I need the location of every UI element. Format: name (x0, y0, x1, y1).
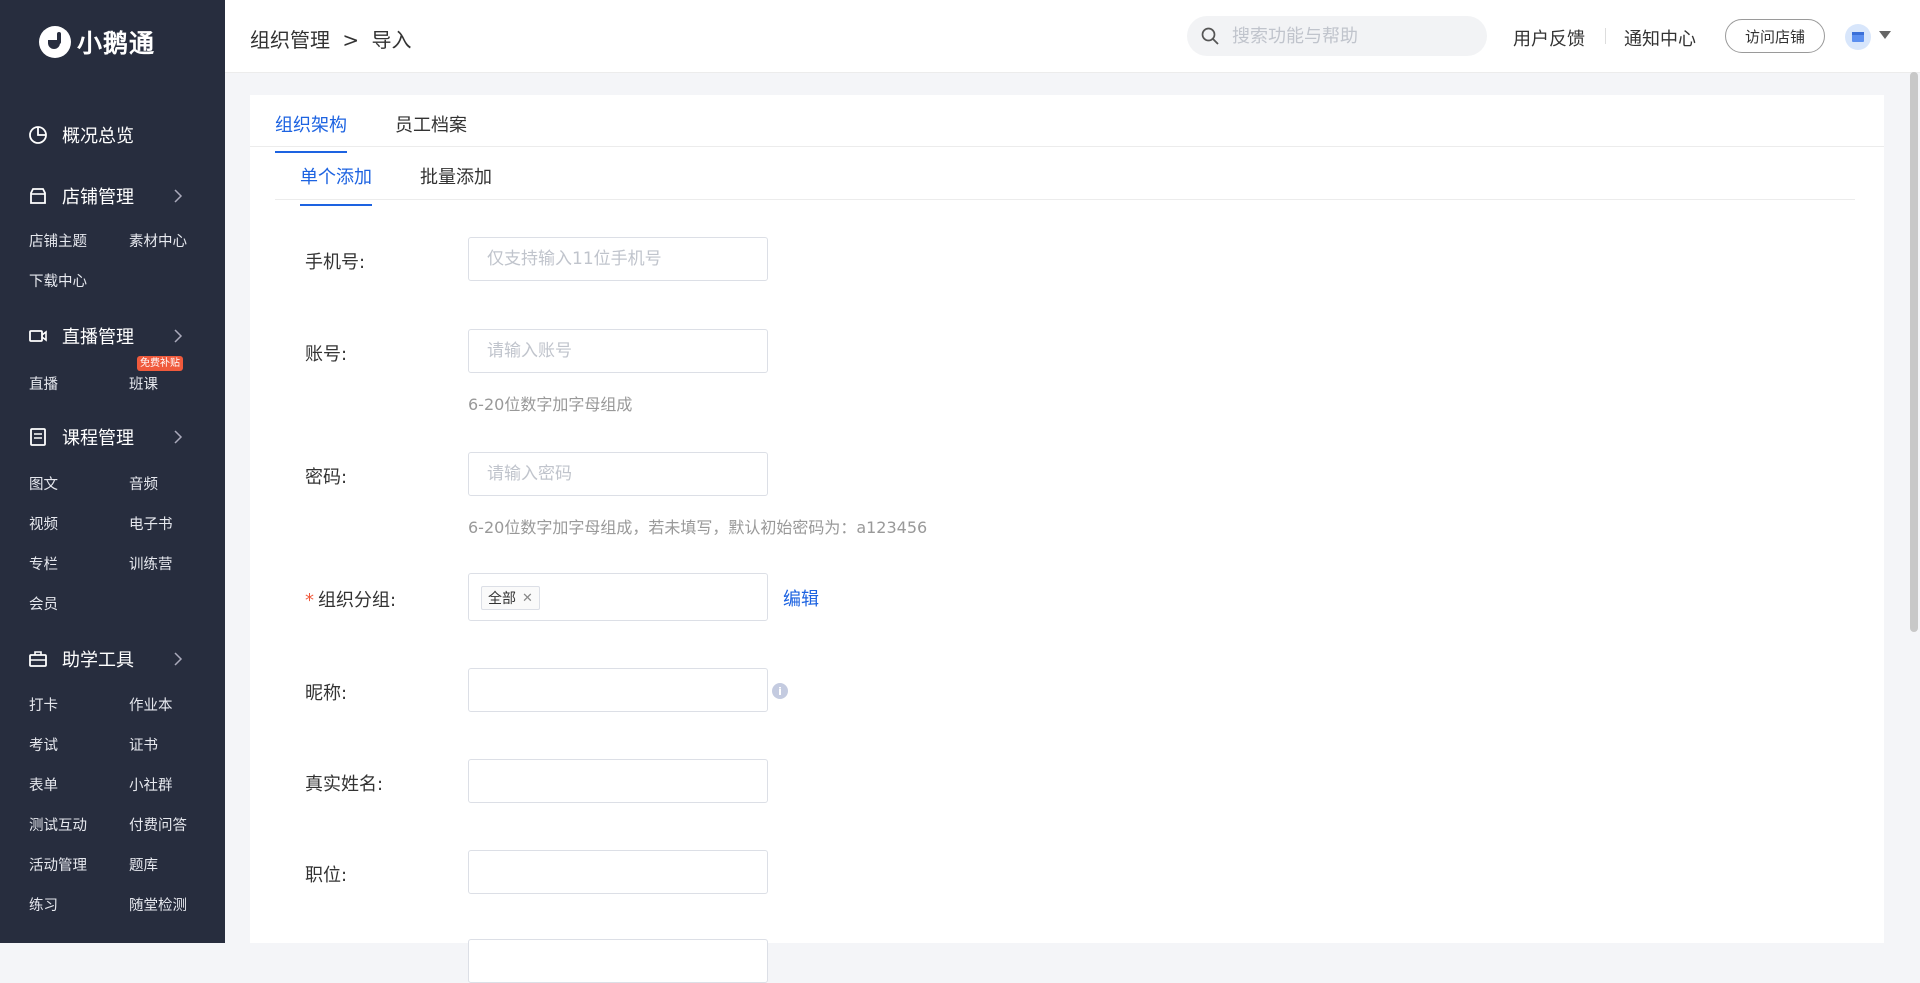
scrollbar[interactable] (1910, 72, 1918, 632)
phone-input[interactable] (468, 237, 768, 281)
sidebar-item-label: 概况总览 (62, 126, 134, 147)
sidebar-item-certificate[interactable]: 证书 (129, 734, 158, 755)
sidebar-group-live[interactable]: 直播管理 (28, 321, 198, 351)
breadcrumb-separator: > (342, 28, 360, 52)
logo-text: 小鹅通 (77, 29, 156, 58)
phone-label: 手机号: (305, 252, 366, 273)
sidebar-item-ebook[interactable]: 电子书 (129, 513, 173, 534)
breadcrumb-current: 导入 (371, 28, 412, 52)
sub-tabs: 单个添加 批量添加 (275, 147, 1855, 206)
tab-batch-add[interactable]: 批量添加 (420, 163, 492, 189)
sidebar-item-community[interactable]: 小社群 (129, 774, 173, 795)
sidebar-group-label: 助学工具 (62, 650, 134, 671)
breadcrumb: 组织管理 > 导入 (250, 24, 417, 53)
sidebar-item-class-test[interactable]: 随堂检测 (129, 894, 187, 915)
nickname-input[interactable] (468, 668, 768, 712)
sidebar-item-video[interactable]: 视频 (29, 513, 58, 534)
realname-label: 真实姓名: (305, 774, 384, 795)
tab-single-add[interactable]: 单个添加 (300, 163, 372, 206)
group-tag-label: 全部 (488, 591, 516, 607)
sidebar-group-label: 课程管理 (62, 428, 134, 449)
sidebar-item-practice[interactable]: 练习 (29, 894, 58, 915)
sidebar-group-tools[interactable]: 助学工具 (28, 644, 198, 674)
account-input[interactable] (468, 329, 768, 373)
position-input[interactable] (468, 850, 768, 894)
tab-employee-records[interactable]: 员工档案 (395, 111, 467, 137)
free-subsidy-badge: 免费补贴 (137, 356, 183, 371)
pie-chart-icon (29, 126, 47, 144)
sidebar-group-store[interactable]: 店铺管理 (28, 181, 198, 211)
sidebar-item-checkin[interactable]: 打卡 (29, 694, 58, 715)
feedback-link[interactable]: 用户反馈 (1513, 25, 1585, 51)
store-avatar-icon (1852, 32, 1864, 42)
sidebar-item-camp[interactable]: 训练营 (129, 553, 173, 574)
sidebar-item-paid-qa[interactable]: 付费问答 (129, 814, 187, 835)
toolbox-icon (29, 651, 47, 667)
sidebar-item-live[interactable]: 直播 (29, 373, 58, 394)
group-select[interactable]: 全部 ✕ (468, 573, 768, 621)
sidebar-item-material[interactable]: 素材中心 (129, 230, 187, 251)
info-icon[interactable]: i (772, 683, 788, 699)
sidebar-item-article[interactable]: 图文 (29, 473, 58, 494)
account-label: 账号: (305, 344, 348, 365)
logo-icon (39, 26, 71, 58)
sidebar-item-quiz[interactable]: 测试互动 (29, 814, 87, 835)
sidebar-item-form[interactable]: 表单 (29, 774, 58, 795)
main-tabs: 组织架构 员工档案 (250, 95, 1884, 153)
group-tag: 全部 ✕ (481, 586, 540, 610)
caret-down-icon[interactable] (1879, 31, 1891, 39)
store-icon (30, 188, 46, 204)
topbar: 组织管理 > 导入 用户反馈 通知中心 访问店铺 (225, 0, 1920, 73)
position-label: 职位: (305, 865, 348, 886)
visit-store-button[interactable]: 访问店铺 (1725, 19, 1825, 53)
app-logo[interactable]: 小鹅通 (39, 24, 155, 60)
sidebar-item-store-theme[interactable]: 店铺主题 (29, 230, 87, 251)
notification-center-link[interactable]: 通知中心 (1624, 25, 1696, 51)
sidebar-item-homework[interactable]: 作业本 (129, 694, 173, 715)
sidebar-item-exam[interactable]: 考试 (29, 734, 58, 755)
edit-group-link[interactable]: 编辑 (783, 585, 819, 611)
sidebar-item-overview[interactable]: 概况总览 (28, 120, 198, 150)
video-camera-icon (29, 330, 47, 342)
sidebar-item-audio[interactable]: 音频 (129, 473, 158, 494)
sidebar-group-label: 店铺管理 (62, 187, 134, 208)
chevron-right-icon (174, 652, 183, 666)
nickname-label: 昵称: (305, 683, 348, 704)
realname-input[interactable] (468, 759, 768, 803)
search-box[interactable] (1187, 16, 1487, 56)
breadcrumb-item[interactable]: 组织管理 (250, 28, 330, 52)
book-icon (30, 428, 46, 446)
main-content: 组织架构 员工档案 单个添加 批量添加 手机号: 账号: 6-20位数字加字母组… (250, 95, 1884, 983)
sidebar-item-column[interactable]: 专栏 (29, 553, 58, 574)
password-hint: 6-20位数字加字母组成，若未填写，默认初始密码为：a123456 (468, 518, 928, 537)
next-field-input[interactable] (468, 939, 768, 983)
sidebar-item-member[interactable]: 会员 (29, 593, 58, 614)
sidebar-item-question-bank[interactable]: 题库 (129, 854, 158, 875)
search-input[interactable] (1230, 24, 1474, 48)
group-label-text: 组织分组: (318, 590, 397, 611)
password-input[interactable] (468, 452, 768, 496)
chevron-right-icon (174, 329, 183, 343)
sidebar: 小鹅通 概况总览 店铺管理 店铺主题 素材中心 下载中心 直播管理 直播 班课 … (0, 0, 225, 943)
divider (1605, 28, 1606, 44)
sidebar-item-download[interactable]: 下载中心 (29, 270, 87, 291)
close-icon[interactable]: ✕ (522, 591, 533, 606)
chevron-right-icon (174, 189, 183, 203)
tab-org-structure[interactable]: 组织架构 (275, 111, 347, 153)
sidebar-group-label: 直播管理 (62, 327, 134, 348)
search-icon (1201, 27, 1219, 45)
sidebar-item-class[interactable]: 班课 (129, 373, 158, 394)
account-hint: 6-20位数字加字母组成 (468, 395, 633, 414)
chevron-right-icon (174, 430, 183, 444)
group-label: * 组织分组: (305, 586, 396, 612)
sidebar-item-activity[interactable]: 活动管理 (29, 854, 87, 875)
required-mark: * (305, 590, 314, 611)
sidebar-group-course[interactable]: 课程管理 (28, 422, 198, 452)
password-label: 密码: (305, 467, 348, 488)
avatar[interactable] (1845, 24, 1871, 50)
